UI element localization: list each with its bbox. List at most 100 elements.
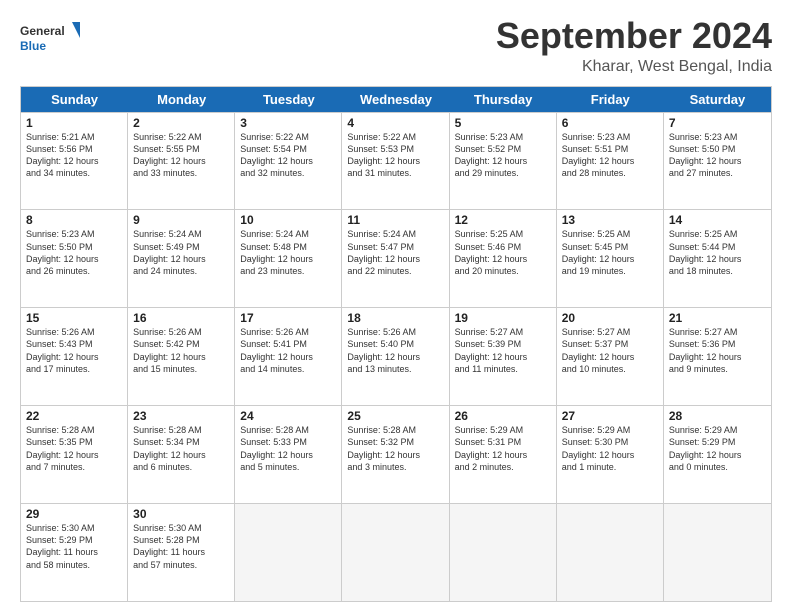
day-info: Sunrise: 5:23 AMSunset: 5:52 PMDaylight:…	[455, 131, 551, 180]
day-info: Sunrise: 5:29 AMSunset: 5:29 PMDaylight:…	[669, 424, 766, 473]
calendar-day-9: 9Sunrise: 5:24 AMSunset: 5:49 PMDaylight…	[128, 210, 235, 307]
day-number: 4	[347, 116, 443, 130]
logo: General Blue	[20, 20, 80, 56]
day-info: Sunrise: 5:26 AMSunset: 5:40 PMDaylight:…	[347, 326, 443, 375]
calendar-day-21: 21Sunrise: 5:27 AMSunset: 5:36 PMDayligh…	[664, 308, 771, 405]
day-number: 8	[26, 213, 122, 227]
calendar-day-24: 24Sunrise: 5:28 AMSunset: 5:33 PMDayligh…	[235, 406, 342, 503]
day-info: Sunrise: 5:22 AMSunset: 5:54 PMDaylight:…	[240, 131, 336, 180]
page-header: General Blue September 2024 Kharar, West…	[20, 16, 772, 76]
day-number: 23	[133, 409, 229, 423]
location: Kharar, West Bengal, India	[496, 58, 772, 76]
header-day-tuesday: Tuesday	[235, 87, 342, 112]
calendar-day-23: 23Sunrise: 5:28 AMSunset: 5:34 PMDayligh…	[128, 406, 235, 503]
calendar-empty-cell	[235, 504, 342, 601]
day-number: 27	[562, 409, 658, 423]
day-number: 12	[455, 213, 551, 227]
day-info: Sunrise: 5:24 AMSunset: 5:47 PMDaylight:…	[347, 228, 443, 277]
day-number: 24	[240, 409, 336, 423]
day-number: 6	[562, 116, 658, 130]
header-day-wednesday: Wednesday	[342, 87, 449, 112]
day-info: Sunrise: 5:28 AMSunset: 5:34 PMDaylight:…	[133, 424, 229, 473]
calendar-empty-cell	[557, 504, 664, 601]
day-info: Sunrise: 5:27 AMSunset: 5:37 PMDaylight:…	[562, 326, 658, 375]
day-info: Sunrise: 5:26 AMSunset: 5:43 PMDaylight:…	[26, 326, 122, 375]
calendar-day-1: 1Sunrise: 5:21 AMSunset: 5:56 PMDaylight…	[21, 113, 128, 210]
day-info: Sunrise: 5:22 AMSunset: 5:55 PMDaylight:…	[133, 131, 229, 180]
day-info: Sunrise: 5:25 AMSunset: 5:45 PMDaylight:…	[562, 228, 658, 277]
day-info: Sunrise: 5:28 AMSunset: 5:35 PMDaylight:…	[26, 424, 122, 473]
day-number: 2	[133, 116, 229, 130]
calendar: SundayMondayTuesdayWednesdayThursdayFrid…	[20, 86, 772, 602]
day-info: Sunrise: 5:27 AMSunset: 5:36 PMDaylight:…	[669, 326, 766, 375]
header-day-sunday: Sunday	[21, 87, 128, 112]
calendar-day-28: 28Sunrise: 5:29 AMSunset: 5:29 PMDayligh…	[664, 406, 771, 503]
day-info: Sunrise: 5:26 AMSunset: 5:41 PMDaylight:…	[240, 326, 336, 375]
calendar-week-5: 29Sunrise: 5:30 AMSunset: 5:29 PMDayligh…	[21, 503, 771, 601]
day-info: Sunrise: 5:25 AMSunset: 5:44 PMDaylight:…	[669, 228, 766, 277]
day-number: 25	[347, 409, 443, 423]
calendar-day-30: 30Sunrise: 5:30 AMSunset: 5:28 PMDayligh…	[128, 504, 235, 601]
calendar-day-15: 15Sunrise: 5:26 AMSunset: 5:43 PMDayligh…	[21, 308, 128, 405]
month-title: September 2024	[496, 16, 772, 56]
day-number: 26	[455, 409, 551, 423]
calendar-empty-cell	[342, 504, 449, 601]
calendar-day-7: 7Sunrise: 5:23 AMSunset: 5:50 PMDaylight…	[664, 113, 771, 210]
day-info: Sunrise: 5:21 AMSunset: 5:56 PMDaylight:…	[26, 131, 122, 180]
day-number: 17	[240, 311, 336, 325]
calendar-day-17: 17Sunrise: 5:26 AMSunset: 5:41 PMDayligh…	[235, 308, 342, 405]
calendar-body: 1Sunrise: 5:21 AMSunset: 5:56 PMDaylight…	[21, 112, 771, 601]
calendar-day-5: 5Sunrise: 5:23 AMSunset: 5:52 PMDaylight…	[450, 113, 557, 210]
calendar-week-2: 8Sunrise: 5:23 AMSunset: 5:50 PMDaylight…	[21, 209, 771, 307]
day-info: Sunrise: 5:30 AMSunset: 5:28 PMDaylight:…	[133, 522, 229, 571]
calendar-day-3: 3Sunrise: 5:22 AMSunset: 5:54 PMDaylight…	[235, 113, 342, 210]
calendar-week-1: 1Sunrise: 5:21 AMSunset: 5:56 PMDaylight…	[21, 112, 771, 210]
header-day-monday: Monday	[128, 87, 235, 112]
day-number: 19	[455, 311, 551, 325]
day-number: 13	[562, 213, 658, 227]
day-info: Sunrise: 5:23 AMSunset: 5:50 PMDaylight:…	[669, 131, 766, 180]
day-info: Sunrise: 5:29 AMSunset: 5:31 PMDaylight:…	[455, 424, 551, 473]
calendar-day-14: 14Sunrise: 5:25 AMSunset: 5:44 PMDayligh…	[664, 210, 771, 307]
calendar-day-10: 10Sunrise: 5:24 AMSunset: 5:48 PMDayligh…	[235, 210, 342, 307]
day-number: 29	[26, 507, 122, 521]
calendar-day-6: 6Sunrise: 5:23 AMSunset: 5:51 PMDaylight…	[557, 113, 664, 210]
day-number: 20	[562, 311, 658, 325]
calendar-day-12: 12Sunrise: 5:25 AMSunset: 5:46 PMDayligh…	[450, 210, 557, 307]
calendar-day-25: 25Sunrise: 5:28 AMSunset: 5:32 PMDayligh…	[342, 406, 449, 503]
day-info: Sunrise: 5:23 AMSunset: 5:50 PMDaylight:…	[26, 228, 122, 277]
day-number: 15	[26, 311, 122, 325]
calendar-day-26: 26Sunrise: 5:29 AMSunset: 5:31 PMDayligh…	[450, 406, 557, 503]
day-info: Sunrise: 5:27 AMSunset: 5:39 PMDaylight:…	[455, 326, 551, 375]
day-number: 28	[669, 409, 766, 423]
calendar-day-4: 4Sunrise: 5:22 AMSunset: 5:53 PMDaylight…	[342, 113, 449, 210]
calendar-day-20: 20Sunrise: 5:27 AMSunset: 5:37 PMDayligh…	[557, 308, 664, 405]
day-number: 18	[347, 311, 443, 325]
calendar-empty-cell	[450, 504, 557, 601]
calendar-day-19: 19Sunrise: 5:27 AMSunset: 5:39 PMDayligh…	[450, 308, 557, 405]
svg-text:General: General	[20, 24, 65, 38]
day-info: Sunrise: 5:23 AMSunset: 5:51 PMDaylight:…	[562, 131, 658, 180]
calendar-day-27: 27Sunrise: 5:29 AMSunset: 5:30 PMDayligh…	[557, 406, 664, 503]
calendar-day-22: 22Sunrise: 5:28 AMSunset: 5:35 PMDayligh…	[21, 406, 128, 503]
calendar-day-29: 29Sunrise: 5:30 AMSunset: 5:29 PMDayligh…	[21, 504, 128, 601]
calendar-day-16: 16Sunrise: 5:26 AMSunset: 5:42 PMDayligh…	[128, 308, 235, 405]
svg-text:Blue: Blue	[20, 39, 46, 53]
day-number: 1	[26, 116, 122, 130]
day-number: 10	[240, 213, 336, 227]
day-number: 3	[240, 116, 336, 130]
day-info: Sunrise: 5:30 AMSunset: 5:29 PMDaylight:…	[26, 522, 122, 571]
calendar-day-13: 13Sunrise: 5:25 AMSunset: 5:45 PMDayligh…	[557, 210, 664, 307]
day-info: Sunrise: 5:28 AMSunset: 5:32 PMDaylight:…	[347, 424, 443, 473]
day-number: 21	[669, 311, 766, 325]
day-info: Sunrise: 5:29 AMSunset: 5:30 PMDaylight:…	[562, 424, 658, 473]
calendar-page: General Blue September 2024 Kharar, West…	[0, 0, 792, 612]
calendar-day-18: 18Sunrise: 5:26 AMSunset: 5:40 PMDayligh…	[342, 308, 449, 405]
header-day-saturday: Saturday	[664, 87, 771, 112]
day-number: 5	[455, 116, 551, 130]
calendar-week-3: 15Sunrise: 5:26 AMSunset: 5:43 PMDayligh…	[21, 307, 771, 405]
calendar-empty-cell	[664, 504, 771, 601]
day-info: Sunrise: 5:26 AMSunset: 5:42 PMDaylight:…	[133, 326, 229, 375]
day-info: Sunrise: 5:24 AMSunset: 5:48 PMDaylight:…	[240, 228, 336, 277]
day-number: 22	[26, 409, 122, 423]
